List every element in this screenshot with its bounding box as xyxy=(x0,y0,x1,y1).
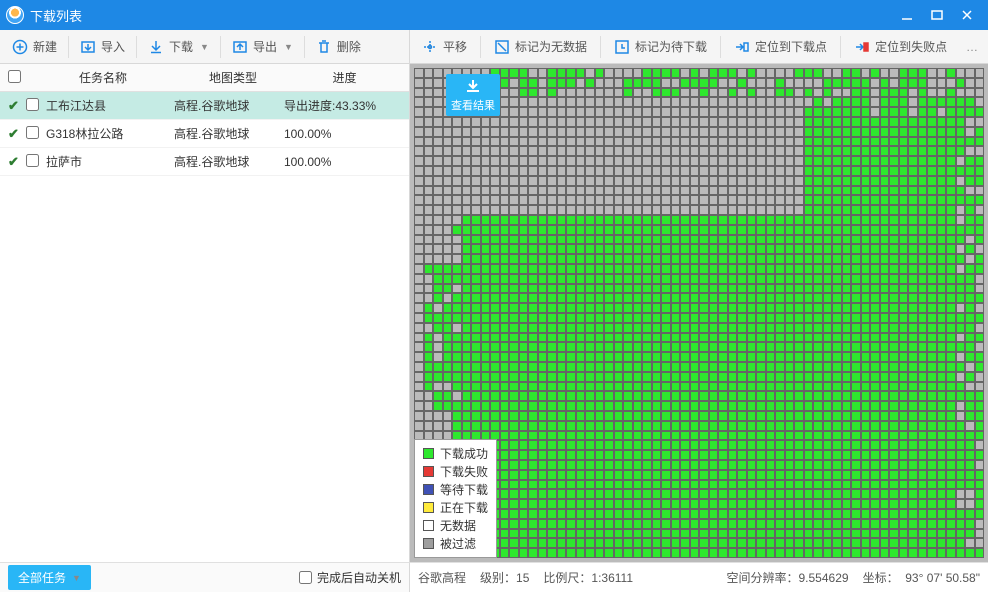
locate-dl-button[interactable]: 定位到下载点 xyxy=(726,34,835,59)
footer-left: 全部任务 ▼ 完成后自动关机 xyxy=(0,562,410,592)
新建-button[interactable]: 新建 xyxy=(4,34,65,59)
legend-item: 下载失败 xyxy=(423,463,488,480)
header-type: 地图类型 xyxy=(178,69,288,86)
chevron-down-icon: ▼ xyxy=(72,573,81,583)
legend-swatch xyxy=(423,448,434,459)
plus-icon xyxy=(12,39,28,55)
row-name: 拉萨市 xyxy=(44,153,174,170)
table-header: 任务名称 地图类型 进度 xyxy=(0,64,409,92)
auto-shutdown-checkbox[interactable] xyxy=(299,571,312,584)
legend-swatch xyxy=(423,466,434,477)
trash-icon xyxy=(316,39,332,55)
legend-swatch xyxy=(423,484,434,495)
status-map: 谷歌高程 xyxy=(418,569,466,586)
删除-button[interactable]: 删除 xyxy=(308,34,369,59)
table-row[interactable]: ✔ 拉萨市 高程.谷歌地球 100.00% xyxy=(0,148,409,176)
legend-item: 正在下载 xyxy=(423,499,488,516)
legend-label: 等待下载 xyxy=(440,481,488,498)
row-progress: 100.00% xyxy=(284,155,401,169)
row-name: 工布江达县 xyxy=(44,97,174,114)
task-list-pane: 任务名称 地图类型 进度 ✔ 工布江达县 高程.谷歌地球 导出进度:43.33%… xyxy=(0,64,410,562)
more-button[interactable]: … xyxy=(960,36,984,58)
row-checkbox[interactable] xyxy=(26,154,39,167)
chevron-down-icon: ▼ xyxy=(200,42,209,52)
row-type: 高程.谷歌地球 xyxy=(174,153,284,170)
toolbar: 新建导入下载▼ 导出▼ 删除 平移标记为无数据标记为待下载定位到下载点定位到失败点… xyxy=(0,30,988,64)
status-level: 级别：15 xyxy=(480,569,529,586)
status-scale: 比例尺：1:36111 xyxy=(543,569,633,586)
legend-item: 无数据 xyxy=(423,517,488,534)
row-progress: 导出进度:43.33% xyxy=(284,97,401,114)
legend-label: 下载成功 xyxy=(440,445,488,462)
chevron-down-icon: ▼ xyxy=(284,42,293,52)
minimize-button[interactable] xyxy=(892,0,922,30)
status-check-icon: ✔ xyxy=(8,154,26,170)
header-name: 任务名称 xyxy=(28,69,178,86)
status-bar: 谷歌高程 级别：15 比例尺：1:36111 空间分辨率：9.554629 坐标… xyxy=(410,562,988,592)
status-resolution: 空间分辨率：9.554629 xyxy=(726,569,848,586)
导入-button[interactable]: 导入 xyxy=(72,34,133,59)
close-button[interactable] xyxy=(952,0,982,30)
app-logo-icon xyxy=(6,6,24,24)
all-tasks-button[interactable]: 全部任务 ▼ xyxy=(8,565,91,590)
locate-fail-icon xyxy=(854,39,870,55)
legend-label: 下载失败 xyxy=(440,463,488,480)
legend-item: 等待下载 xyxy=(423,481,488,498)
legend-label: 正在下载 xyxy=(440,499,488,516)
legend: 下载成功下载失败等待下载正在下载无数据被过滤 xyxy=(414,439,497,558)
status-check-icon: ✔ xyxy=(8,98,26,114)
导出-button[interactable]: 导出▼ xyxy=(224,34,301,59)
download-icon xyxy=(148,39,164,55)
legend-item: 下载成功 xyxy=(423,445,488,462)
mark-nodata-icon xyxy=(494,39,510,55)
mark-nodata-button[interactable]: 标记为无数据 xyxy=(486,34,595,59)
row-type: 高程.谷歌地球 xyxy=(174,125,284,142)
status-coord: 坐标： 93° 07' 50.58" xyxy=(863,569,980,586)
tile-grid-area[interactable]: 查看结果 下载成功下载失败等待下载正在下载无数据被过滤 xyxy=(410,64,988,562)
legend-label: 无数据 xyxy=(440,517,476,534)
maximize-button[interactable] xyxy=(922,0,952,30)
select-all-checkbox[interactable] xyxy=(8,70,21,83)
status-check-icon: ✔ xyxy=(8,126,26,142)
title-bar: 下载列表 xyxy=(0,0,988,30)
row-progress: 100.00% xyxy=(284,127,401,141)
legend-item: 被过滤 xyxy=(423,535,488,552)
all-tasks-label: 全部任务 xyxy=(18,569,66,586)
table-row[interactable]: ✔ G318林拉公路 高程.谷歌地球 100.00% xyxy=(0,120,409,148)
legend-swatch xyxy=(423,520,434,531)
mark-pending-icon xyxy=(614,39,630,55)
pan-button[interactable]: 平移 xyxy=(414,34,475,59)
row-checkbox[interactable] xyxy=(26,98,39,111)
view-result-label: 查看结果 xyxy=(446,97,500,113)
下载-button[interactable]: 下载▼ xyxy=(140,34,217,59)
view-result-button[interactable]: 查看结果 xyxy=(446,74,500,116)
window-title: 下载列表 xyxy=(30,6,82,25)
legend-swatch xyxy=(423,502,434,513)
row-type: 高程.谷歌地球 xyxy=(174,97,284,114)
header-progress: 进度 xyxy=(288,69,401,86)
pan-icon xyxy=(422,39,438,55)
export-icon xyxy=(232,39,248,55)
tile-preview-pane: 查看结果 下载成功下载失败等待下载正在下载无数据被过滤 xyxy=(410,64,988,562)
mark-pending-button[interactable]: 标记为待下载 xyxy=(606,34,715,59)
row-checkbox[interactable] xyxy=(26,126,39,139)
locate-dl-icon xyxy=(734,39,750,55)
auto-shutdown-label: 完成后自动关机 xyxy=(317,569,401,586)
legend-swatch xyxy=(423,538,434,549)
table-row[interactable]: ✔ 工布江达县 高程.谷歌地球 导出进度:43.33% xyxy=(0,92,409,120)
locate-fail-button[interactable]: 定位到失败点 xyxy=(846,34,955,59)
import-icon xyxy=(80,39,96,55)
legend-label: 被过滤 xyxy=(440,535,476,552)
row-name: G318林拉公路 xyxy=(44,125,174,142)
